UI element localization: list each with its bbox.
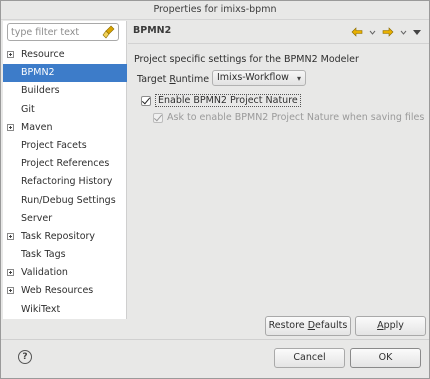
tree-item-label: Refactoring History	[21, 176, 113, 188]
filter-input[interactable]	[11, 25, 99, 39]
tree-item-resource[interactable]: Resource	[3, 46, 127, 64]
filter-field[interactable]	[7, 23, 119, 41]
tree-item-label: WikiText	[21, 303, 61, 315]
properties-tree: Resource BPMN2 Builders Git Maven Project Fac…	[3, 46, 127, 319]
tree-item-refactoring-history[interactable]: Refactoring History	[3, 173, 127, 191]
chevron-down-icon: ▾	[296, 74, 301, 83]
tree-item-task-repository[interactable]: Task Repository	[3, 228, 127, 246]
enable-nature-checkbox[interactable]	[141, 95, 151, 106]
tree-item-label: Task Tags	[21, 249, 66, 261]
clear-filter-icon[interactable]	[102, 25, 116, 39]
tree-item-builders[interactable]: Builders	[3, 82, 127, 100]
expand-icon[interactable]	[7, 51, 14, 58]
footer-separator	[1, 339, 429, 340]
target-runtime-select[interactable]: Imixs-Workflow ▾	[212, 70, 306, 86]
tree-item-label: Git	[21, 103, 35, 115]
back-arrow-icon[interactable]	[351, 26, 363, 40]
tree-item-label: Task Repository	[21, 230, 96, 242]
enable-nature-label[interactable]: Enable BPMN2 Project Nature	[155, 94, 301, 107]
tree-item-project-references[interactable]: Project References	[3, 155, 127, 173]
expand-icon[interactable]	[7, 269, 14, 277]
tree-item-maven[interactable]: Maven	[3, 119, 127, 137]
ask-enable-label: Ask to enable BPMN2 Project Nature when …	[167, 112, 425, 123]
tree-item-label: Resource	[21, 49, 65, 60]
ask-enable-option: Ask to enable BPMN2 Project Nature when …	[153, 112, 424, 123]
ok-button[interactable]: OK	[350, 348, 421, 368]
tree-item-validation[interactable]: Validation	[3, 264, 127, 282]
tree-item-wikitext[interactable]: WikiText	[3, 301, 127, 319]
expand-icon[interactable]	[7, 123, 14, 131]
tree-item-label: Builders	[21, 85, 60, 97]
tree-item-label: Web Resources	[21, 285, 94, 297]
tree-item-label: Run/Debug Settings	[21, 194, 116, 206]
ask-enable-checkbox	[153, 112, 163, 123]
properties-dialog: Properties for imixs-bpmn ResourceBPMN2B…	[0, 0, 430, 379]
forward-arrow-icon[interactable]	[382, 26, 394, 40]
property-page: BPMN2 Project specific settings for the …	[128, 21, 429, 336]
target-runtime-label: Target Runtime	[137, 74, 210, 85]
tree-item-bpmn2[interactable]: BPMN2	[3, 64, 127, 83]
apply-button[interactable]: Apply	[355, 316, 426, 336]
tree-item-task-tags[interactable]: Task Tags	[3, 246, 127, 264]
view-menu-icon[interactable]	[413, 28, 421, 39]
page-navigation	[351, 26, 421, 40]
tree-item-label: Validation	[21, 267, 68, 279]
cancel-button[interactable]: Cancel	[274, 348, 345, 368]
enable-nature-option[interactable]: Enable BPMN2 Project Nature	[141, 94, 301, 107]
help-icon[interactable]: ?	[18, 350, 32, 364]
tree-item-label: Project Facets	[21, 139, 87, 151]
window-title: Properties for imixs-bpmn	[1, 1, 429, 20]
tree-item-label: Project References	[21, 158, 110, 170]
tree-item-run-debug-settings[interactable]: Run/Debug Settings	[3, 192, 127, 210]
tree-item-web-resources[interactable]: Web Resources	[3, 282, 127, 300]
restore-defaults-button[interactable]: Restore Defaults	[265, 316, 351, 336]
tree-item-project-facets[interactable]: Project Facets	[3, 137, 127, 155]
page-title: BPMN2	[133, 25, 172, 36]
tree-item-label: BPMN2	[21, 67, 55, 79]
navigation-pane: Resource BPMN2 Builders Git Maven Project Fac…	[3, 21, 127, 319]
forward-history-chevron-down-icon[interactable]	[400, 28, 407, 39]
back-history-chevron-down-icon[interactable]	[369, 28, 376, 39]
tree-item-server[interactable]: Server	[3, 210, 127, 228]
expand-icon[interactable]	[7, 232, 14, 240]
target-runtime-value: Imixs-Workflow	[217, 72, 289, 83]
tree-item-label: Maven	[21, 121, 53, 133]
page-description: Project specific settings for the BPMN2 …	[134, 54, 359, 65]
expand-icon[interactable]	[7, 287, 14, 295]
tree-item-git[interactable]: Git	[3, 101, 127, 119]
tree-item-label: Server	[21, 212, 53, 224]
title-separator	[128, 43, 429, 44]
